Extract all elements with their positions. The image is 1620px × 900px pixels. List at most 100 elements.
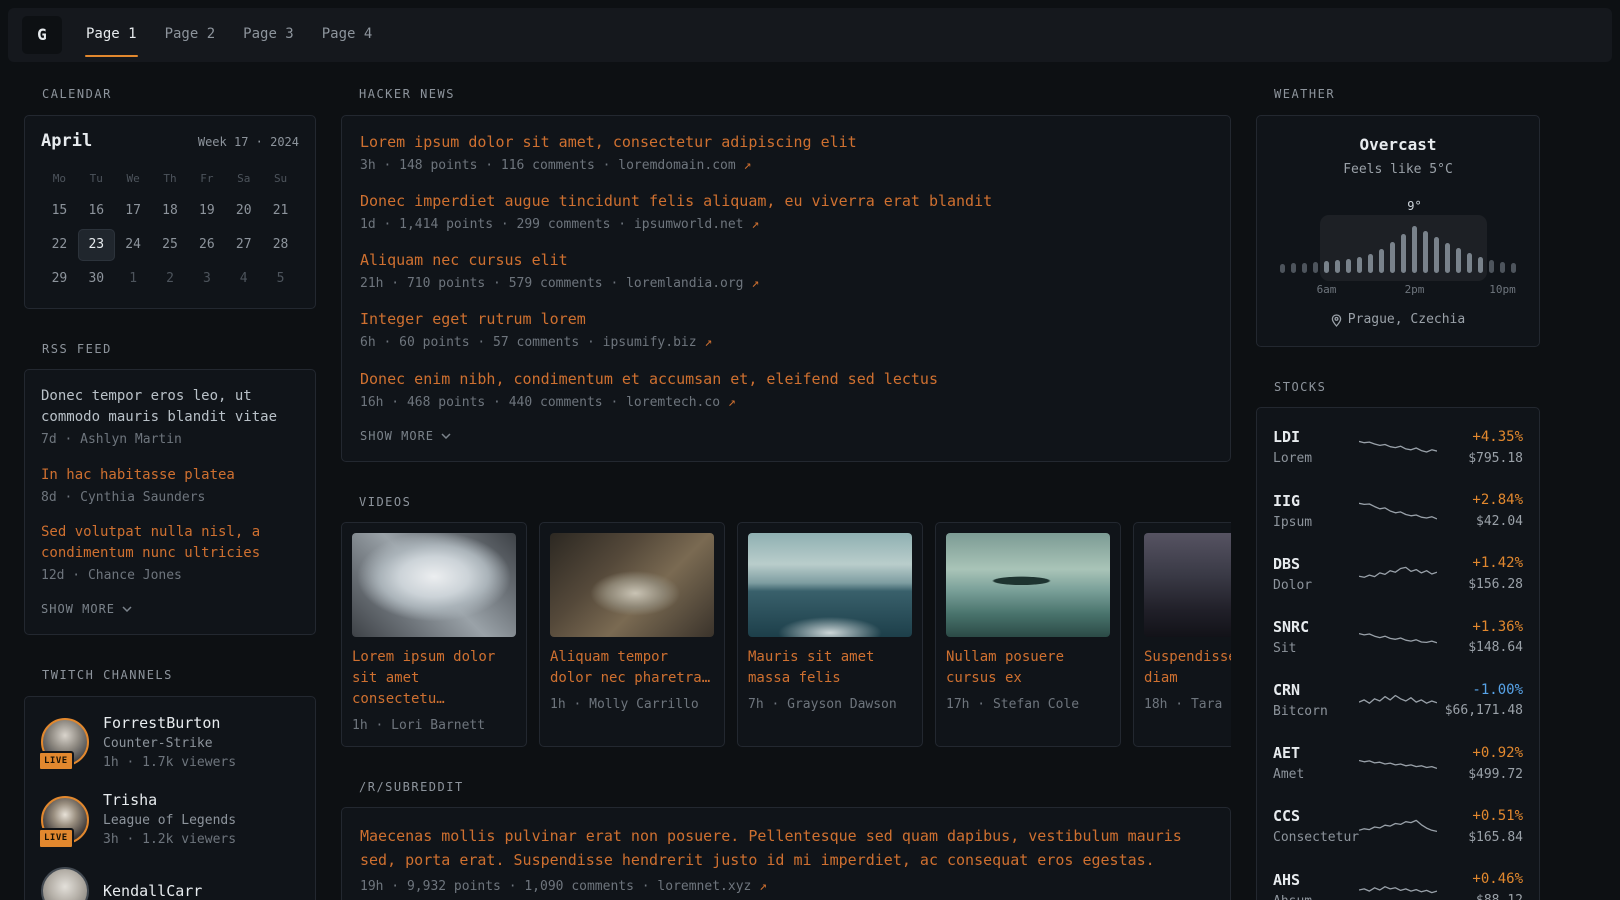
section-title-subreddit: /R/SUBREDDIT xyxy=(341,779,1231,796)
weather-bar xyxy=(1302,263,1307,273)
weekday-label: Tu xyxy=(78,164,115,193)
subreddit-domain-link[interactable]: loremnet.xyz xyxy=(657,879,751,894)
hn-item-link[interactable]: Lorem ipsum dolor sit amet, consectetur … xyxy=(360,132,1212,153)
tab-page-2[interactable]: Page 2 xyxy=(151,8,230,62)
tab-page-4[interactable]: Page 4 xyxy=(308,8,387,62)
video-meta: 1h · Lori Barnett xyxy=(352,717,516,735)
hn-domain-link[interactable]: loremdomain.com xyxy=(618,158,735,173)
stock-values: -1.00% $66,171.48 xyxy=(1437,681,1523,721)
rss-item-link[interactable]: Sed volutpat nulla nisl, a condimentum n… xyxy=(41,522,299,564)
stock-info: SNRC Sit xyxy=(1273,617,1359,658)
stock-sparkline xyxy=(1359,751,1437,777)
hn-item-meta: 3h · 148 points · 116 comments · loremdo… xyxy=(360,157,1212,175)
subreddit-widget: /R/SUBREDDIT Maecenas mollis pulvinar er… xyxy=(341,779,1231,900)
stock-values: +4.35% $795.18 xyxy=(1437,428,1523,468)
app-logo[interactable]: G xyxy=(22,16,62,54)
video-card[interactable]: Aliquam tempor dolor nec pharetra… 1h · … xyxy=(539,522,725,746)
weather-bar xyxy=(1401,234,1406,273)
stock-price: $795.18 xyxy=(1437,450,1523,468)
video-title-link[interactable]: Nullam posuere cursus ex xyxy=(946,647,1110,689)
weather-chart: 9° 6am 2pm 10pm xyxy=(1280,199,1516,297)
video-thumbnail[interactable] xyxy=(1144,533,1231,637)
section-title-weather: WEATHER xyxy=(1256,86,1540,103)
weekday-label: We xyxy=(115,164,152,193)
stock-name: Lorem xyxy=(1273,450,1359,468)
stock-row[interactable]: DBS Dolor +1.42% $156.28 xyxy=(1273,543,1523,606)
stock-row[interactable]: IIG Ipsum +2.84% $42.04 xyxy=(1273,480,1523,543)
video-thumbnail[interactable] xyxy=(946,533,1110,637)
hn-domain-link[interactable]: ipsumify.biz xyxy=(603,335,697,350)
section-title-calendar: CALENDAR xyxy=(24,86,316,103)
video-card[interactable]: Mauris sit amet massa felis 7h · Grayson… xyxy=(737,522,923,746)
video-thumbnail[interactable] xyxy=(550,533,714,637)
video-thumbnail[interactable] xyxy=(352,533,516,637)
rss-card: Donec tempor eros leo, ut commodo mauris… xyxy=(24,369,316,634)
section-title-stocks: STOCKS xyxy=(1256,379,1540,396)
hn-domain-link[interactable]: ipsumworld.net xyxy=(634,217,744,232)
hn-show-more-button[interactable]: SHOW MORE xyxy=(360,428,1212,445)
weather-condition: Overcast xyxy=(1273,134,1523,156)
video-card[interactable]: Suspendisse potenti diam 18h · Tara Bell xyxy=(1133,522,1231,746)
hn-item-link[interactable]: Integer eget rutrum lorem xyxy=(360,309,1212,330)
stock-sparkline xyxy=(1359,877,1437,900)
hn-domain-link[interactable]: loremtech.co xyxy=(626,395,720,410)
weekday-label: Mo xyxy=(41,164,78,193)
stock-sparkline xyxy=(1359,625,1437,651)
weather-bars xyxy=(1280,225,1516,273)
hn-item-link[interactable]: Aliquam nec cursus elit xyxy=(360,250,1212,271)
rss-item-link[interactable]: In hac habitasse platea xyxy=(41,465,299,486)
rss-item-link[interactable]: Donec tempor eros leo, ut commodo mauris… xyxy=(41,386,299,428)
video-title-link[interactable]: Aliquam tempor dolor nec pharetra… xyxy=(550,647,714,689)
external-link-icon[interactable]: ↗ xyxy=(728,395,736,410)
stock-row[interactable]: SNRC Sit +1.36% $148.64 xyxy=(1273,606,1523,669)
hn-domain-link[interactable]: loremlandia.org xyxy=(626,276,743,291)
twitch-channel-row[interactable]: KendallCarr xyxy=(41,867,299,900)
twitch-channel-row[interactable]: LIVE ForrestBurton Counter-Strike 1h · 1… xyxy=(41,713,299,772)
stock-row[interactable]: AHS Ahsum +0.46% $88.12 xyxy=(1273,859,1523,900)
hn-item-link[interactable]: Donec imperdiet augue tincidunt felis al… xyxy=(360,191,1212,212)
video-card[interactable]: Lorem ipsum dolor sit amet consectetu… 1… xyxy=(341,522,527,746)
calendar-day: 21 xyxy=(262,195,299,227)
chevron-down-icon xyxy=(441,433,451,439)
tab-page-3[interactable]: Page 3 xyxy=(229,8,308,62)
hn-item-link[interactable]: Donec enim nibh, condimentum et accumsan… xyxy=(360,369,1212,390)
video-title-link[interactable]: Suspendisse potenti diam xyxy=(1144,647,1231,689)
stock-price: $88.12 xyxy=(1437,892,1523,900)
video-meta: 7h · Grayson Dawson xyxy=(748,696,912,714)
stock-row[interactable]: LDI Lorem +4.35% $795.18 xyxy=(1273,416,1523,479)
weather-bar xyxy=(1412,226,1417,273)
section-title-hackernews: HACKER NEWS xyxy=(341,86,1231,103)
rss-show-more-button[interactable]: SHOW MORE xyxy=(41,601,299,618)
weather-bar xyxy=(1280,264,1285,273)
video-thumbnail[interactable] xyxy=(748,533,912,637)
weather-bar xyxy=(1456,248,1461,273)
stock-row[interactable]: CRN Bitcorn -1.00% $66,171.48 xyxy=(1273,669,1523,732)
video-card[interactable]: Nullam posuere cursus ex 17h · Stefan Co… xyxy=(935,522,1121,746)
subreddit-post-link[interactable]: Maecenas mollis pulvinar erat non posuer… xyxy=(360,824,1212,872)
stock-info: CCS Consectetur xyxy=(1273,806,1359,847)
stock-name: Sit xyxy=(1273,640,1359,658)
external-link-icon[interactable]: ↗ xyxy=(751,217,759,232)
stock-info: IIG Ipsum xyxy=(1273,491,1359,532)
video-title-link[interactable]: Lorem ipsum dolor sit amet consectetu… xyxy=(352,647,516,710)
subreddit-meta-text: 19h · 9,932 points · 1,090 comments · xyxy=(360,879,650,894)
weather-time-label: 2pm xyxy=(1405,282,1425,297)
calendar-day-next-month: 5 xyxy=(262,263,299,295)
section-title-videos: VIDEOS xyxy=(341,494,1231,511)
stock-change: +4.35% xyxy=(1437,428,1523,448)
external-link-icon[interactable]: ↗ xyxy=(751,276,759,291)
external-link-icon[interactable]: ↗ xyxy=(704,335,712,350)
twitch-widget: TWITCH CHANNELS LIVE ForrestBurton Count… xyxy=(24,667,316,900)
stock-row[interactable]: AET Amet +0.92% $499.72 xyxy=(1273,732,1523,795)
tab-page-1[interactable]: Page 1 xyxy=(72,8,151,62)
hn-meta-text: 16h · 468 points · 440 comments · xyxy=(360,395,618,410)
external-link-icon[interactable]: ↗ xyxy=(759,879,767,894)
twitch-channel-row[interactable]: LIVE Trisha League of Legends 3h · 1.2k … xyxy=(41,790,299,849)
external-link-icon[interactable]: ↗ xyxy=(744,158,752,173)
location-pin-icon xyxy=(1331,314,1342,327)
stock-row[interactable]: CCS Consectetur +0.51% $165.84 xyxy=(1273,795,1523,858)
hn-item: Aliquam nec cursus elit 21h · 710 points… xyxy=(360,250,1212,293)
stock-sparkline xyxy=(1359,435,1437,461)
video-meta: 17h · Stefan Cole xyxy=(946,696,1110,714)
video-title-link[interactable]: Mauris sit amet massa felis xyxy=(748,647,912,689)
